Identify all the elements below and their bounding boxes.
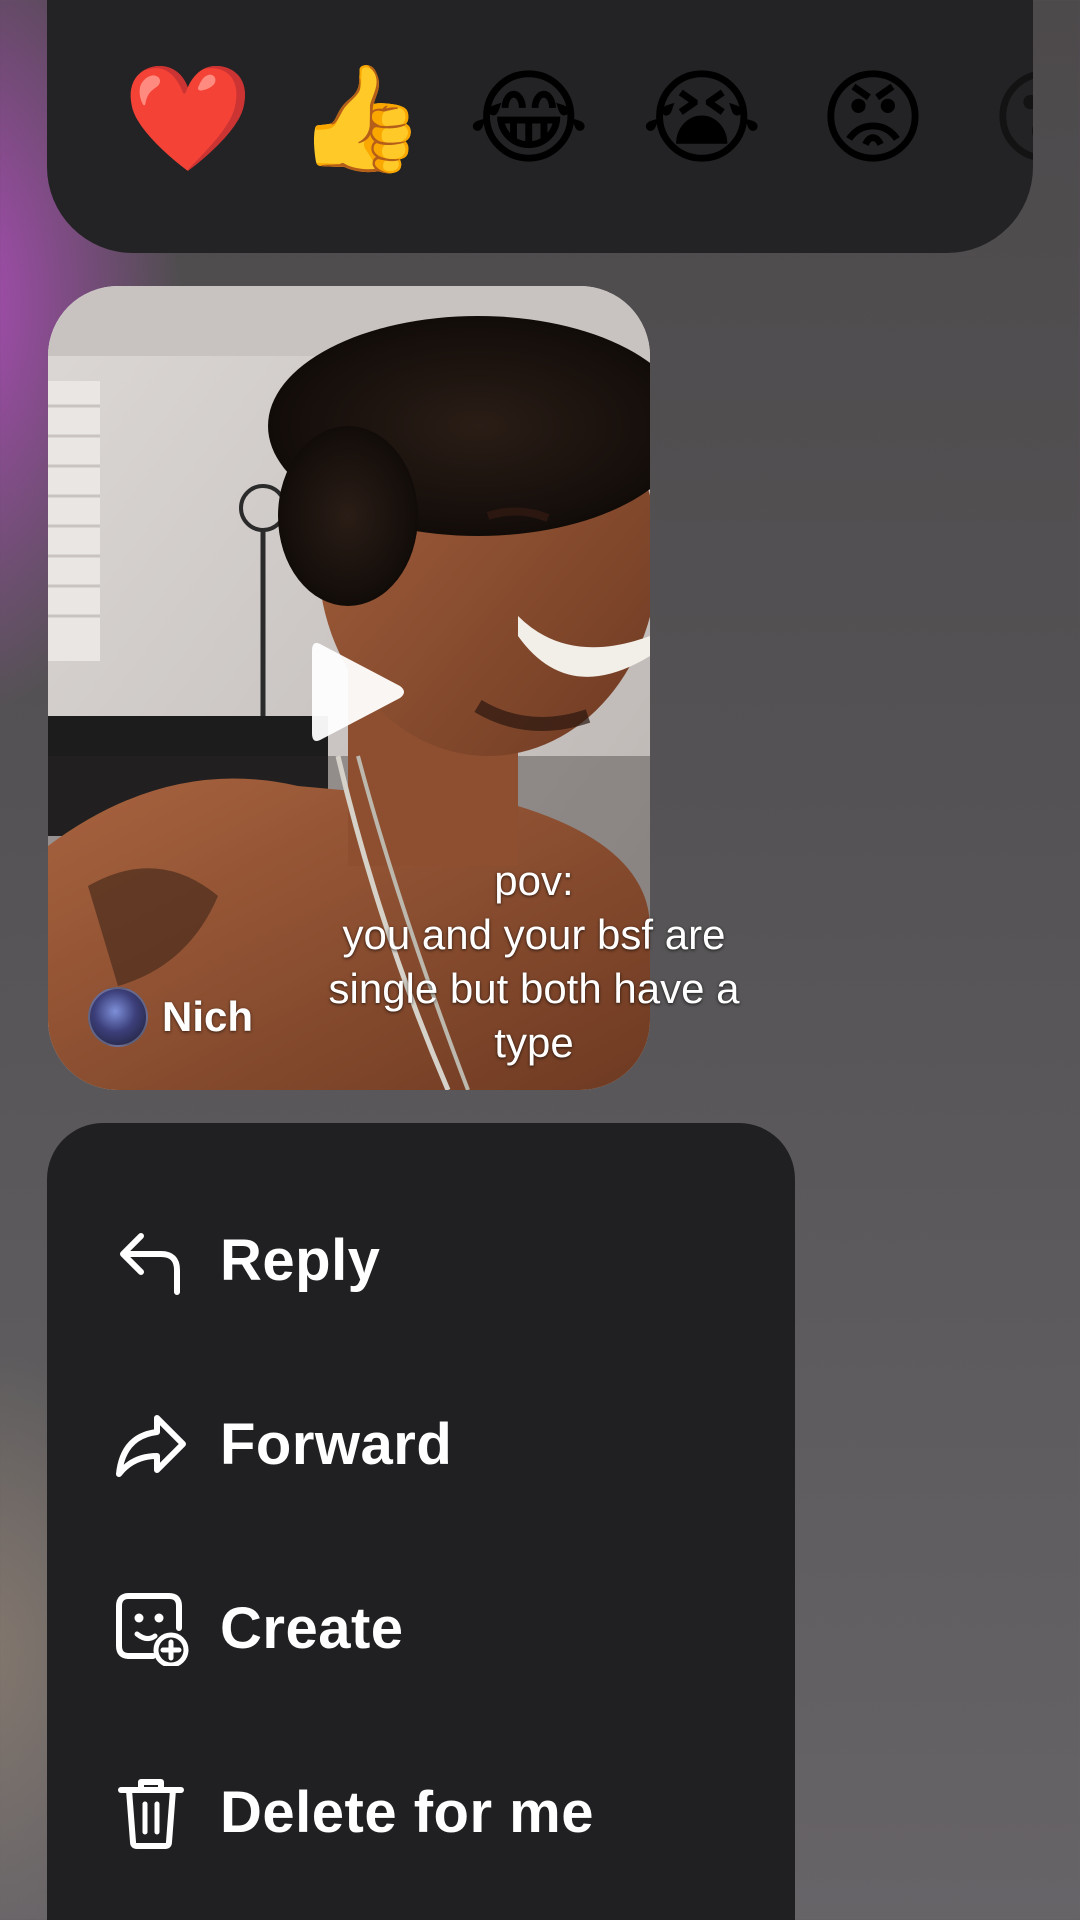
trash-icon xyxy=(118,1779,184,1849)
reply-menu-item[interactable]: Reply xyxy=(47,1168,795,1352)
caption-line: you and your bsf are xyxy=(342,911,726,958)
video-caption: pov: you and your bsf are single but bot… xyxy=(289,854,779,1070)
caption-line: type xyxy=(494,1019,574,1066)
delete-for-me-menu-item[interactable]: Delete for me xyxy=(47,1720,795,1904)
avatar xyxy=(88,987,148,1047)
forward-icon xyxy=(116,1415,186,1477)
crying-reaction-icon[interactable]: 😭 xyxy=(641,58,763,178)
caption-line: single but both have a xyxy=(328,965,740,1012)
thumbs-up-reaction-icon[interactable]: 👍 xyxy=(296,58,426,178)
reply-label: Reply xyxy=(220,1227,381,1293)
create-label: Create xyxy=(220,1595,404,1661)
delete-for-me-label: Delete for me xyxy=(220,1779,594,1845)
caption-line: pov: xyxy=(494,857,574,904)
heart-reaction-icon[interactable]: ❤️ xyxy=(123,58,253,178)
reply-icon xyxy=(120,1233,180,1295)
forward-label: Forward xyxy=(220,1411,453,1477)
partial-reaction-icon[interactable]: 😮 xyxy=(985,58,1033,178)
angry-reaction-icon[interactable]: 😡 xyxy=(813,58,933,178)
message-context-menu: Reply Forward Create Delete for me xyxy=(47,1123,795,1920)
forward-menu-item[interactable]: Forward xyxy=(47,1352,795,1536)
play-icon[interactable] xyxy=(308,637,408,747)
create-menu-item[interactable]: Create xyxy=(47,1536,795,1720)
reaction-bar: ❤️ 👍 😂 😭 😡 😮 xyxy=(47,0,1033,253)
laughing-reaction-icon[interactable]: 😂 xyxy=(468,58,590,178)
video-author[interactable]: Nich xyxy=(88,987,253,1047)
author-name: Nich xyxy=(162,993,254,1040)
create-sticker-icon xyxy=(116,1593,189,1666)
